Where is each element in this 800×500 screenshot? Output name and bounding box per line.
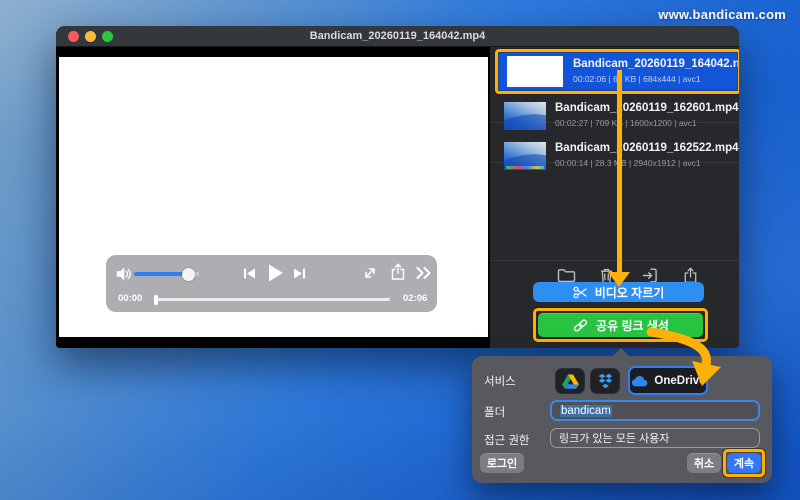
- player-controls: 00:00 02:06: [106, 255, 437, 312]
- guide-arrow-head: [608, 272, 630, 287]
- folder-icon: [557, 268, 575, 282]
- file-thumbnail: [507, 56, 563, 87]
- file-list-panel: Bandicam_20260119_164042.mp4 00:02:06 | …: [490, 47, 739, 348]
- access-permission-value: 링크가 있는 모든 사용자: [559, 433, 670, 445]
- link-icon: [573, 318, 588, 332]
- scissors-icon: [573, 286, 587, 298]
- file-name: Bandicam_20260119_164042.mp4: [573, 58, 739, 70]
- volume-fill: [134, 272, 186, 276]
- volume-knob[interactable]: [182, 267, 195, 281]
- share-icon: [684, 266, 696, 283]
- folder-input[interactable]: bandicam: [550, 400, 760, 421]
- seek-playhead[interactable]: [154, 294, 158, 305]
- export-icon: [642, 268, 657, 282]
- total-time: 02:06: [403, 293, 428, 304]
- google-drive-icon: [561, 373, 579, 389]
- desktop-background: www.bandicam.com Bandicam_20260119_16404…: [0, 0, 800, 500]
- file-thumbnail: [504, 142, 546, 170]
- dropbox-button[interactable]: [590, 368, 620, 394]
- access-label: 접근 권한: [484, 435, 530, 447]
- access-permission-field[interactable]: 링크가 있는 모든 사용자: [550, 428, 760, 448]
- popup-notch: [612, 348, 630, 357]
- fullscreen-button[interactable]: [362, 265, 378, 281]
- volume-slider[interactable]: [134, 267, 199, 281]
- play-button[interactable]: [264, 262, 286, 284]
- guide-arrow-line: [617, 70, 622, 273]
- cancel-button[interactable]: 취소: [687, 453, 721, 473]
- service-label: 서비스: [484, 376, 516, 388]
- dropbox-icon: [598, 373, 612, 389]
- login-button[interactable]: 로그인: [480, 453, 524, 473]
- folder-label: 폴더: [484, 407, 506, 419]
- file-meta: 00:00:14 | 28.3 MB | 2940x1912 | avc1: [555, 158, 701, 168]
- file-name: Bandicam_20260119_162522.mp4: [555, 142, 739, 154]
- volume-icon[interactable]: [115, 265, 133, 283]
- video-player: 00:00 02:06: [56, 47, 490, 348]
- next-button[interactable]: [292, 266, 307, 281]
- app-window: Bandicam_20260119_164042.mp4 00:00 02:06…: [56, 26, 739, 348]
- more-button[interactable]: [415, 266, 433, 280]
- titlebar: Bandicam_20260119_164042.mp4: [56, 26, 739, 47]
- continue-button[interactable]: 계속: [727, 453, 761, 473]
- window-title: Bandicam_20260119_164042.mp4: [309, 30, 486, 42]
- share-button[interactable]: [390, 263, 406, 281]
- previous-button[interactable]: [242, 266, 257, 281]
- current-time: 00:00: [118, 293, 143, 304]
- file-thumbnail: [504, 102, 546, 130]
- file-meta: 00:02:06 | 65 KB | 684x444 | avc1: [573, 74, 701, 84]
- seek-bar[interactable]: [154, 294, 390, 305]
- file-name: Bandicam_20260119_162601.mp4: [555, 102, 739, 114]
- folder-input-value: bandicam: [560, 404, 612, 417]
- guide-arrow-curved: [646, 327, 721, 386]
- file-meta: 00:02:27 | 709 KB | 1600x1200 | avc1: [555, 118, 697, 128]
- google-drive-button[interactable]: [555, 368, 585, 394]
- site-label: www.bandicam.com: [658, 7, 786, 22]
